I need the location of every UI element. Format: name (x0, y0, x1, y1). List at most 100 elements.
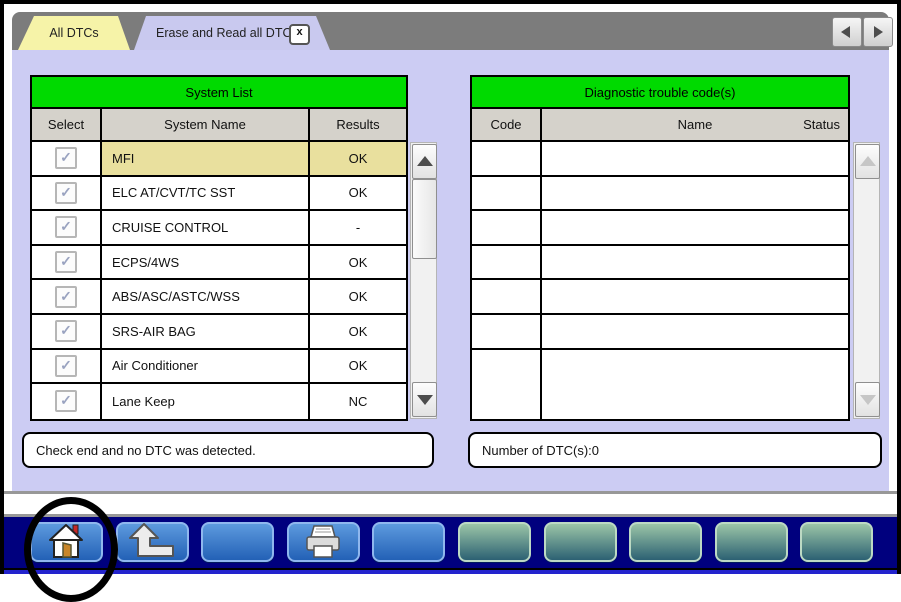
column-header-results: Results (310, 109, 406, 140)
tab-next-icon (874, 26, 883, 38)
column-header-system-name: System Name (102, 109, 310, 140)
bottom-toolbar (4, 517, 897, 568)
system-status-message: Check end and no DTC was detected. (22, 432, 434, 468)
dtc-row (472, 142, 848, 177)
system-checkbox[interactable]: ✓ (55, 147, 77, 169)
system-row[interactable]: ✓ CRUISE CONTROL- (32, 211, 406, 246)
scroll-up-button[interactable] (412, 144, 437, 179)
blank-button-7[interactable] (800, 522, 873, 562)
result-cell: OK (310, 280, 406, 313)
select-cell: ✓ (32, 177, 102, 210)
tab-prev-icon (841, 26, 850, 38)
system-checkbox[interactable]: ✓ (55, 286, 77, 308)
select-cell: ✓ (32, 384, 102, 419)
system-list-scrollbar[interactable] (410, 142, 437, 419)
dtc-code-cell (472, 280, 542, 313)
column-header-status: Status (803, 117, 840, 132)
tab-all-dtcs-label: All DTCs (49, 26, 98, 40)
tab-bar: All DTCs Erase and Read all DTCs x (12, 12, 889, 50)
dtc-row (472, 211, 848, 246)
tab-scroll-right-button[interactable] (863, 17, 893, 47)
tab-erase-and-read-all-dtcs[interactable]: Erase and Read all DTCs x (134, 16, 330, 50)
dtc-row (472, 350, 848, 419)
blank-button-4[interactable] (544, 522, 617, 562)
dtc-table: Diagnostic trouble code(s) Code Name Sta… (470, 75, 850, 421)
close-tab-icon[interactable]: x (289, 24, 310, 45)
dtc-table-body (472, 142, 848, 419)
blank-button-6[interactable] (715, 522, 788, 562)
result-cell: OK (310, 177, 406, 210)
system-name-cell: ABS/ASC/ASTC/WSS (102, 280, 310, 313)
system-name-cell: MFI (102, 142, 310, 175)
dtc-name-cell (542, 350, 848, 419)
system-row[interactable]: ✓ECPS/4WSOK (32, 246, 406, 281)
dtc-code-cell (472, 211, 542, 244)
toolbar-accent-line (4, 570, 897, 574)
home-icon (45, 523, 89, 562)
system-row[interactable]: ✓ Lane KeepNC (32, 384, 406, 419)
dtc-row (472, 280, 848, 315)
system-checkbox[interactable]: ✓ (55, 390, 77, 412)
result-cell: OK (310, 350, 406, 383)
scroll-up-icon (417, 156, 433, 166)
result-cell: NC (310, 384, 406, 419)
system-list-header: Select System Name Results (32, 109, 406, 142)
dtc-code-cell (472, 177, 542, 210)
system-checkbox[interactable]: ✓ (55, 320, 77, 342)
tab-all-dtcs[interactable]: All DTCs (18, 16, 130, 50)
system-checkbox[interactable]: ✓ (55, 355, 77, 377)
select-cell: ✓ (32, 350, 102, 383)
column-header-name: Name (678, 117, 713, 132)
select-cell: ✓ (32, 246, 102, 279)
system-name-cell: Air Conditioner (102, 350, 310, 383)
dtc-count-text: Number of DTC(s):0 (482, 443, 599, 458)
blank-button-2[interactable] (372, 522, 445, 562)
system-checkbox[interactable]: ✓ (55, 182, 77, 204)
system-row[interactable]: ✓ Air ConditionerOK (32, 350, 406, 385)
dtc-row (472, 315, 848, 350)
scroll-down-button[interactable] (412, 382, 437, 417)
dtc-code-cell (472, 142, 542, 175)
scroll-down-icon (860, 395, 876, 405)
dtc-name-cell (542, 211, 848, 244)
dtc-code-cell (472, 350, 542, 419)
system-row[interactable]: ✓ ABS/ASC/ASTC/WSSOK (32, 280, 406, 315)
back-up-button[interactable] (116, 522, 189, 562)
system-name-cell: CRUISE CONTROL (102, 211, 310, 244)
scroll-up-button[interactable] (855, 144, 880, 179)
select-cell: ✓ (32, 211, 102, 244)
column-header-code: Code (472, 109, 542, 140)
content-area: System List Select System Name Results ✓… (12, 50, 889, 491)
tab-scroll-left-button[interactable] (832, 17, 862, 47)
select-cell: ✓ (32, 280, 102, 313)
screenshot-frame: All DTCs Erase and Read all DTCs x Syste… (0, 0, 901, 574)
home-button[interactable] (30, 522, 103, 562)
scroll-down-button[interactable] (855, 382, 880, 417)
system-row[interactable]: ✓SRS-AIR BAGOK (32, 315, 406, 350)
system-name-cell: Lane Keep (102, 384, 310, 419)
print-button[interactable] (287, 522, 360, 562)
blank-button-5[interactable] (629, 522, 702, 562)
dtc-code-cell (472, 246, 542, 279)
message-strip (4, 494, 897, 514)
dtc-row (472, 246, 848, 281)
system-status-text: Check end and no DTC was detected. (36, 443, 256, 458)
up-arrow-icon (128, 523, 176, 562)
dtc-row (472, 177, 848, 212)
dtc-name-cell (542, 280, 848, 313)
system-list-body: ✓MFIOK✓ELC AT/CVT/TC SSTOK✓CRUISE CONTRO… (32, 142, 406, 419)
dtc-name-cell (542, 315, 848, 348)
scrollbar-thumb[interactable] (412, 179, 437, 259)
result-cell: - (310, 211, 406, 244)
system-list-title: System List (32, 77, 406, 109)
system-checkbox[interactable]: ✓ (55, 251, 77, 273)
result-cell: OK (310, 315, 406, 348)
dtc-name-cell (542, 177, 848, 210)
dtc-scrollbar[interactable] (853, 142, 880, 419)
system-row[interactable]: ✓MFIOK (32, 142, 406, 177)
system-checkbox[interactable]: ✓ (55, 216, 77, 238)
system-row[interactable]: ✓ELC AT/CVT/TC SSTOK (32, 177, 406, 212)
printer-icon (301, 523, 345, 562)
blank-button-3[interactable] (458, 522, 531, 562)
blank-button-1[interactable] (201, 522, 274, 562)
